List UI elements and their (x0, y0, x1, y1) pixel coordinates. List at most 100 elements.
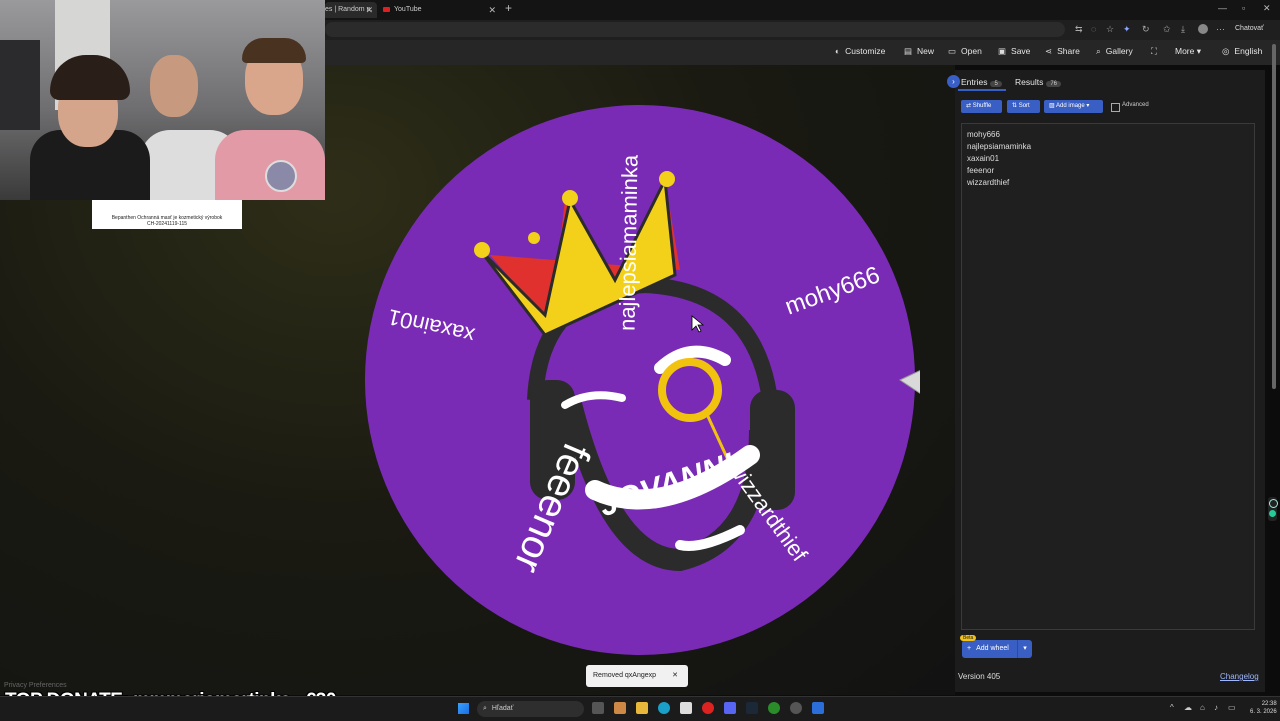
store-icon[interactable] (680, 702, 692, 714)
extension-icon[interactable]: ✦ (1123, 24, 1131, 35)
tab-entries[interactable]: Entries 5 (961, 77, 1002, 87)
url-field[interactable] (325, 22, 1065, 37)
list-item: najlepsiamaminka (967, 142, 1032, 151)
file-icon: ▤ (904, 46, 913, 56)
results-count-badge: 76 (1046, 81, 1062, 87)
list-item: wizzardthief (967, 178, 1010, 187)
page-scrollbar[interactable] (1271, 44, 1277, 694)
close-tab-icon[interactable]: ✕ (365, 2, 373, 18)
taskbar-search[interactable]: ⌕ Hľadať (477, 701, 584, 717)
start-icon[interactable] (458, 703, 469, 714)
taskbar-clock[interactable]: 22:38 6. 3. 2026 (1250, 700, 1277, 716)
new-button[interactable]: ▤ New (904, 46, 934, 57)
chevron-down-icon: ▾ (1196, 46, 1202, 56)
image-icon: ▨ (1049, 103, 1057, 109)
save-icon: ▣ (998, 46, 1007, 56)
steam-icon[interactable] (746, 702, 758, 714)
favorite-star-icon[interactable]: ☆ (1106, 24, 1114, 35)
list-item: feeenor (967, 166, 995, 175)
entries-panel: › Entries 5 Results 76 ⇄ Shuffle ⇅ Sort ▨ … (947, 70, 1265, 692)
shuffle-button[interactable]: ⇄ Shuffle (961, 100, 1002, 113)
tab-youtube[interactable]: YouTube ✕ (380, 2, 500, 18)
clock-date: 6. 3. 2026 (1250, 709, 1277, 715)
webcam-overlay (0, 0, 325, 200)
more-menu-button[interactable]: More ▾ (1175, 46, 1201, 57)
palette-icon: ◐ (835, 46, 841, 56)
folder-icon: ▭ (948, 46, 957, 56)
privacy-preferences-link[interactable]: Privacy Preferences (4, 682, 67, 689)
close-circle-icon[interactable] (1269, 499, 1278, 508)
volume-icon[interactable]: ♪ (1214, 703, 1218, 712)
hair-shape (242, 38, 306, 63)
shuffle-icon: ⇄ (966, 103, 973, 109)
customize-button[interactable]: ◐ Customize (835, 46, 885, 56)
refresh-icon[interactable]: ↻ (1142, 24, 1150, 35)
add-wheel-button[interactable]: + Add wheel ▾ (962, 640, 1032, 658)
profile-avatar[interactable] (1198, 24, 1208, 34)
notepad-icon[interactable] (812, 702, 824, 714)
chevron-down-icon: ▾ (1086, 103, 1090, 109)
tray-chevron-icon[interactable]: ^ (1170, 703, 1174, 712)
extension-circle-icon[interactable] (1269, 510, 1276, 517)
clock-time: 22:38 (1261, 701, 1277, 707)
list-item: mohy666 (967, 130, 1000, 139)
tab-results[interactable]: Results 76 (1015, 77, 1062, 87)
plus-icon: + (967, 645, 972, 652)
browser-tab-bar: es | Random n... ✕ YouTube ✕ + — ▫ ✕ (325, 0, 1280, 20)
fullscreen-icon: ⛶ (1151, 46, 1157, 56)
spin-wheel[interactable]: JOVANNI mohy666 najlepsiamaminka xaxain0… (360, 100, 920, 660)
side-widget[interactable] (1268, 497, 1278, 521)
windows-taskbar: ⌕ Hľadať ^ ☁ ⌂ ♪ ▭ 22:38 6. 3. 2026 (0, 696, 1280, 721)
battery-icon[interactable]: ▭ (1228, 703, 1236, 712)
beta-badge: Beta (960, 635, 977, 641)
advanced-checkbox[interactable] (1111, 103, 1120, 112)
translate-icon[interactable]: ⇆ (1075, 24, 1083, 35)
copilot-chat-button[interactable]: Chatovať (1235, 25, 1264, 32)
advanced-label: Advanced (1122, 102, 1149, 108)
sort-button[interactable]: ⇅ Sort (1007, 100, 1040, 113)
changelog-link[interactable]: Changelog (1220, 672, 1259, 681)
stream-logo-icon (265, 160, 297, 192)
download-icon[interactable]: ⤓ (1181, 24, 1185, 35)
youtube-icon (383, 7, 390, 12)
entries-textarea[interactable]: mohy666 najlepsiamaminka xaxain01 feeeno… (961, 123, 1255, 630)
toast-text: Removed qxAngexp (593, 672, 657, 679)
opera-icon[interactable] (702, 702, 714, 714)
active-tab-indicator (958, 89, 1006, 91)
add-image-button[interactable]: ▨ Add image ▾ (1044, 100, 1103, 113)
file-explorer-icon[interactable] (636, 702, 648, 714)
maximize-button[interactable]: ▫ (1242, 3, 1245, 13)
more-options-icon[interactable]: ⋯ (1216, 24, 1225, 35)
xbox-icon[interactable] (768, 702, 780, 714)
close-window-button[interactable]: ✕ (1263, 3, 1271, 14)
chevron-down-icon[interactable]: ▾ (1017, 640, 1032, 658)
favorites-icon[interactable]: ✩ (1163, 24, 1171, 35)
tray-app-icon[interactable]: ☁ (1184, 703, 1192, 712)
entries-count-badge: 5 (990, 81, 1002, 87)
close-toast-icon[interactable]: ✕ (672, 665, 678, 687)
version-label: Version 405 (958, 672, 1001, 681)
gallery-button[interactable]: ⌕ Gallery (1096, 46, 1133, 57)
tracking-icon[interactable]: ◌ (1091, 24, 1096, 34)
share-icon: ⋖ (1045, 46, 1053, 56)
save-button[interactable]: ▣ Save (998, 46, 1030, 57)
edge-icon[interactable] (658, 702, 670, 714)
fullscreen-button[interactable]: ⛶ (1151, 46, 1157, 57)
collapse-panel-icon[interactable]: › (947, 75, 960, 88)
obs-icon[interactable] (790, 702, 802, 714)
language-button[interactable]: ◎ English (1222, 46, 1262, 57)
minimize-button[interactable]: — (1218, 3, 1227, 13)
open-button[interactable]: ▭ Open (948, 46, 982, 57)
network-icon[interactable]: ⌂ (1200, 703, 1205, 712)
sort-icon: ⇅ (1012, 103, 1019, 109)
new-tab-button[interactable]: + (505, 1, 512, 15)
task-view-icon[interactable] (592, 702, 604, 714)
discord-icon[interactable] (724, 702, 736, 714)
widgets-icon[interactable] (614, 702, 626, 714)
address-bar-row: ⇆ ◌ ☆ ✦ ↻ ✩ ⤓ ⋯ Chatovať (325, 20, 1280, 41)
close-tab-icon[interactable]: ✕ (488, 2, 496, 18)
ad-card: Bepanthen Ochranná masť je kozmetický vý… (92, 200, 242, 229)
wheel-label-najlepsiamaminka: najlepsiamaminka (614, 154, 642, 331)
share-button[interactable]: ⋖ Share (1045, 46, 1080, 57)
tab-random-name-picker[interactable]: es | Random n... ✕ (325, 2, 377, 18)
